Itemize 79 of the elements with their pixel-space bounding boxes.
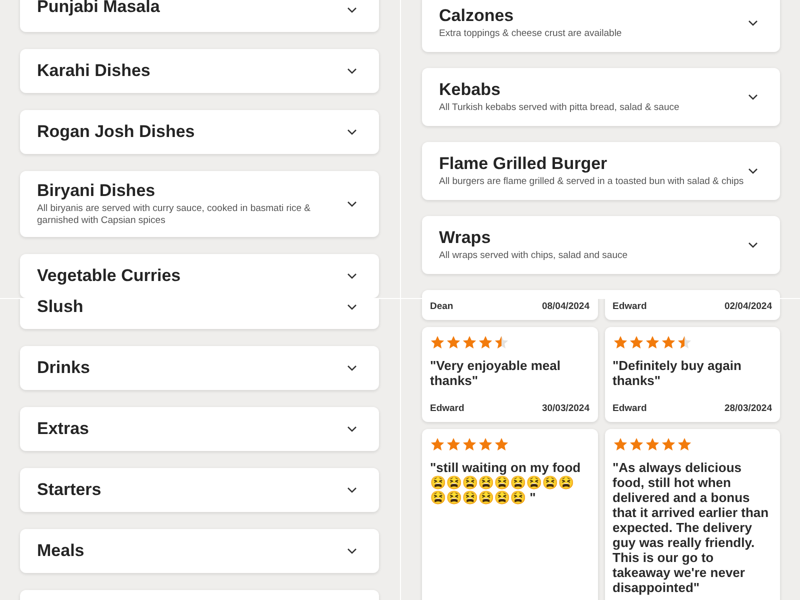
reviewer-name: Dean [430, 301, 454, 312]
star-icon [676, 335, 692, 350]
chevron-down-icon [347, 304, 357, 310]
category-title: Drinks [37, 358, 90, 378]
category-title: Punjabi Masala [37, 0, 160, 17]
chevron-down-icon [347, 68, 357, 74]
category-title: Vegetable Curries [37, 266, 181, 286]
review-text: "Definitely buy again thanks" [612, 358, 742, 388]
chevron-down-icon [748, 168, 758, 174]
category-title: Rogan Josh Dishes [37, 122, 195, 142]
chevron-down-icon [748, 242, 758, 248]
category-card[interactable]: Vegetable Curries [20, 254, 379, 298]
chevron-down-icon [347, 129, 357, 135]
review-date: 08/04/2024 [542, 301, 590, 312]
chevron-down-icon [347, 201, 357, 207]
category-card[interactable]: Extras [20, 407, 379, 451]
category-title: Extras [37, 419, 89, 439]
chevron-down-icon [347, 7, 357, 13]
star-icon [494, 437, 509, 452]
star-icon [494, 335, 509, 350]
review-date: 30/03/2024 [542, 403, 590, 414]
category-title: Calzones [439, 6, 515, 26]
review-text: "Very enjoyable meal thanks" [430, 358, 562, 388]
star-icon [446, 335, 461, 350]
category-card[interactable]: Biryani Dishes All biryanis are served with curry sauce, cooked in basmati rice & garnished with Capsian spices [20, 171, 379, 237]
chevron-down-icon [748, 20, 758, 26]
star-icon [446, 437, 461, 452]
category-card[interactable]: Starters [20, 468, 379, 512]
star-icon [644, 437, 660, 452]
category-card[interactable]: Drinks [20, 346, 379, 390]
category-description: All burgers are flame grilled & served in a toasted bun with salad & chips [439, 176, 744, 188]
chevron-down-icon [347, 365, 357, 371]
category-card[interactable]: Slush [20, 299, 379, 329]
review-date: 02/04/2024 [724, 301, 772, 312]
category-card[interactable]: Kebabs All Turkish kebabs served with pitta bread, salad & sauce [422, 68, 780, 126]
reviewer-name: Edward [612, 301, 647, 312]
category-description: All biryanis are served with curry sauce, cooked in basmati rice & garnished with Capsian spices [37, 203, 312, 227]
category-title: Meals [37, 541, 84, 561]
category-card[interactable]: Rogan Josh Dishes [20, 110, 379, 154]
star-icon [612, 335, 628, 350]
category-description: Extra toppings & cheese crust are available [439, 28, 622, 40]
category-title: Starters [37, 480, 102, 500]
category-description: All wraps served with chips, salad and sauce [439, 250, 628, 262]
category-title: Biryani Dishes [37, 181, 156, 201]
star-icon [628, 437, 644, 452]
category-card[interactable]: Karahi Dishes [20, 49, 379, 93]
star-icon [430, 335, 445, 350]
star-icon [478, 437, 493, 452]
category-card[interactable]: Calzones Extra toppings & cheese crust are available [422, 0, 780, 52]
star-icon [676, 437, 692, 452]
category-title: Flame Grilled Burger [439, 154, 608, 174]
review-date: 28/03/2024 [724, 403, 772, 414]
chevron-down-icon [347, 273, 357, 279]
star-icon [644, 335, 660, 350]
reviewer-name: Edward [430, 403, 464, 414]
category-title: Karahi Dishes [37, 61, 150, 81]
star-icon [462, 437, 477, 452]
star-icon [660, 437, 676, 452]
star-icon [430, 437, 445, 452]
chevron-down-icon [347, 426, 357, 432]
category-title: Wraps [439, 228, 492, 248]
category-title: Kebabs [439, 80, 502, 100]
category-description: All Turkish kebabs served with pitta bread, salad & sauce [439, 102, 680, 114]
chevron-down-icon [347, 487, 357, 493]
chevron-down-icon [347, 548, 357, 554]
review-text: "still waiting on my food 😫😫😫😫😫😫😫😫😫😫😫😫😫😫😫 " [430, 460, 582, 505]
review-text: "As always delicious food, still hot when delivered and a bonus that it arrived earlier than expected. The delivery guy was really friendly. This is our go to takeaway we're never disappointed" [612, 460, 770, 595]
star-icon [462, 335, 477, 350]
category-card[interactable]: Wraps All wraps served with chips, salad and sauce [422, 216, 780, 274]
category-card[interactable]: Meals [20, 529, 379, 573]
star-icon [478, 335, 493, 350]
category-title: Slush [37, 299, 84, 317]
star-icon [628, 335, 644, 350]
category-card[interactable]: Punjabi Masala [20, 0, 379, 32]
chevron-down-icon [748, 94, 758, 100]
star-icon [612, 437, 628, 452]
category-card[interactable]: Flame Grilled Burger All burgers are flame grilled & served in a toasted bun with salad & chips [422, 142, 780, 200]
star-icon [660, 335, 676, 350]
reviewer-name: Edward [612, 403, 647, 414]
